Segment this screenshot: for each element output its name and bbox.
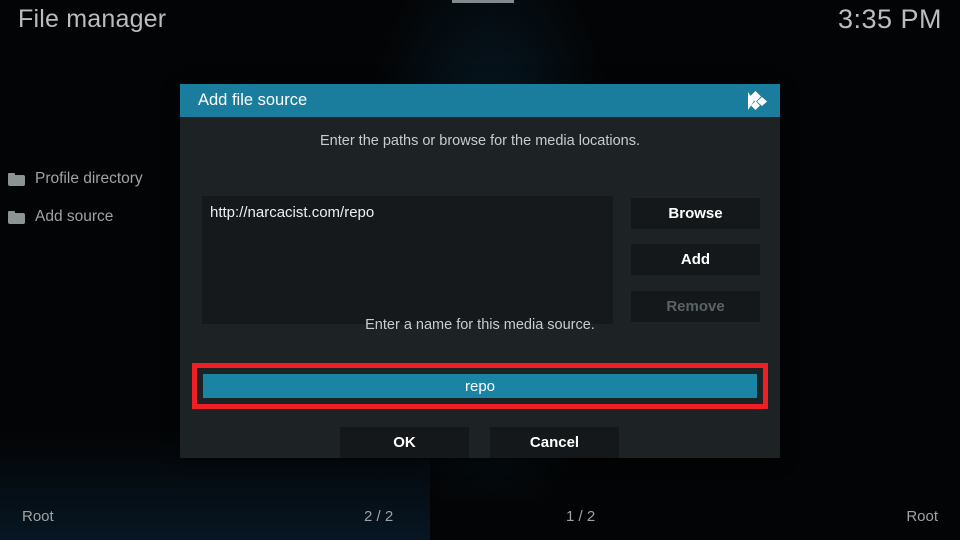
status-right-count: 1 / 2 xyxy=(566,508,596,525)
folder-icon xyxy=(8,172,25,186)
sidebar-item-label: Add source xyxy=(35,208,114,225)
status-right-path: Root xyxy=(906,508,938,525)
list-item[interactable]: http://narcacist.com/repo xyxy=(202,196,613,221)
file-list-left-pane: Profile directory Add source xyxy=(0,160,180,236)
status-bar: Root 2 / 2 1 / 2 Root xyxy=(0,500,960,540)
add-button[interactable]: Add xyxy=(631,244,760,275)
clock: 3:35 PM xyxy=(837,4,942,34)
dialog-title-bar: Add file source xyxy=(180,84,780,117)
browse-button[interactable]: Browse xyxy=(631,198,760,229)
paths-hint-label: Enter the paths or browse for the media … xyxy=(320,133,640,149)
name-hint-label: Enter a name for this media source. xyxy=(365,317,595,333)
add-file-source-dialog: Add file source Enter the paths or brows… xyxy=(180,84,780,458)
sidebar-item-add-source[interactable]: Add source xyxy=(0,198,180,236)
ok-button[interactable]: OK xyxy=(340,427,469,458)
cancel-button[interactable]: Cancel xyxy=(490,427,619,458)
sidebar-item-label: Profile directory xyxy=(35,170,143,187)
page-title: File manager xyxy=(18,5,167,33)
kodi-logo-icon xyxy=(742,88,768,114)
dialog-body: Enter the paths or browse for the media … xyxy=(180,117,780,458)
dialog-title: Add file source xyxy=(198,91,308,109)
sidebar-item-profile-directory[interactable]: Profile directory xyxy=(0,160,180,198)
status-left-path: Root xyxy=(22,508,54,525)
folder-icon xyxy=(8,210,25,224)
top-bar: File manager 3:35 PM xyxy=(0,0,960,62)
path-list[interactable]: http://narcacist.com/repo xyxy=(202,196,613,324)
status-left-count: 2 / 2 xyxy=(364,508,394,525)
kodi-screen: File manager 3:35 PM Profile directory A… xyxy=(0,0,960,540)
source-name-input[interactable]: repo xyxy=(203,374,757,398)
